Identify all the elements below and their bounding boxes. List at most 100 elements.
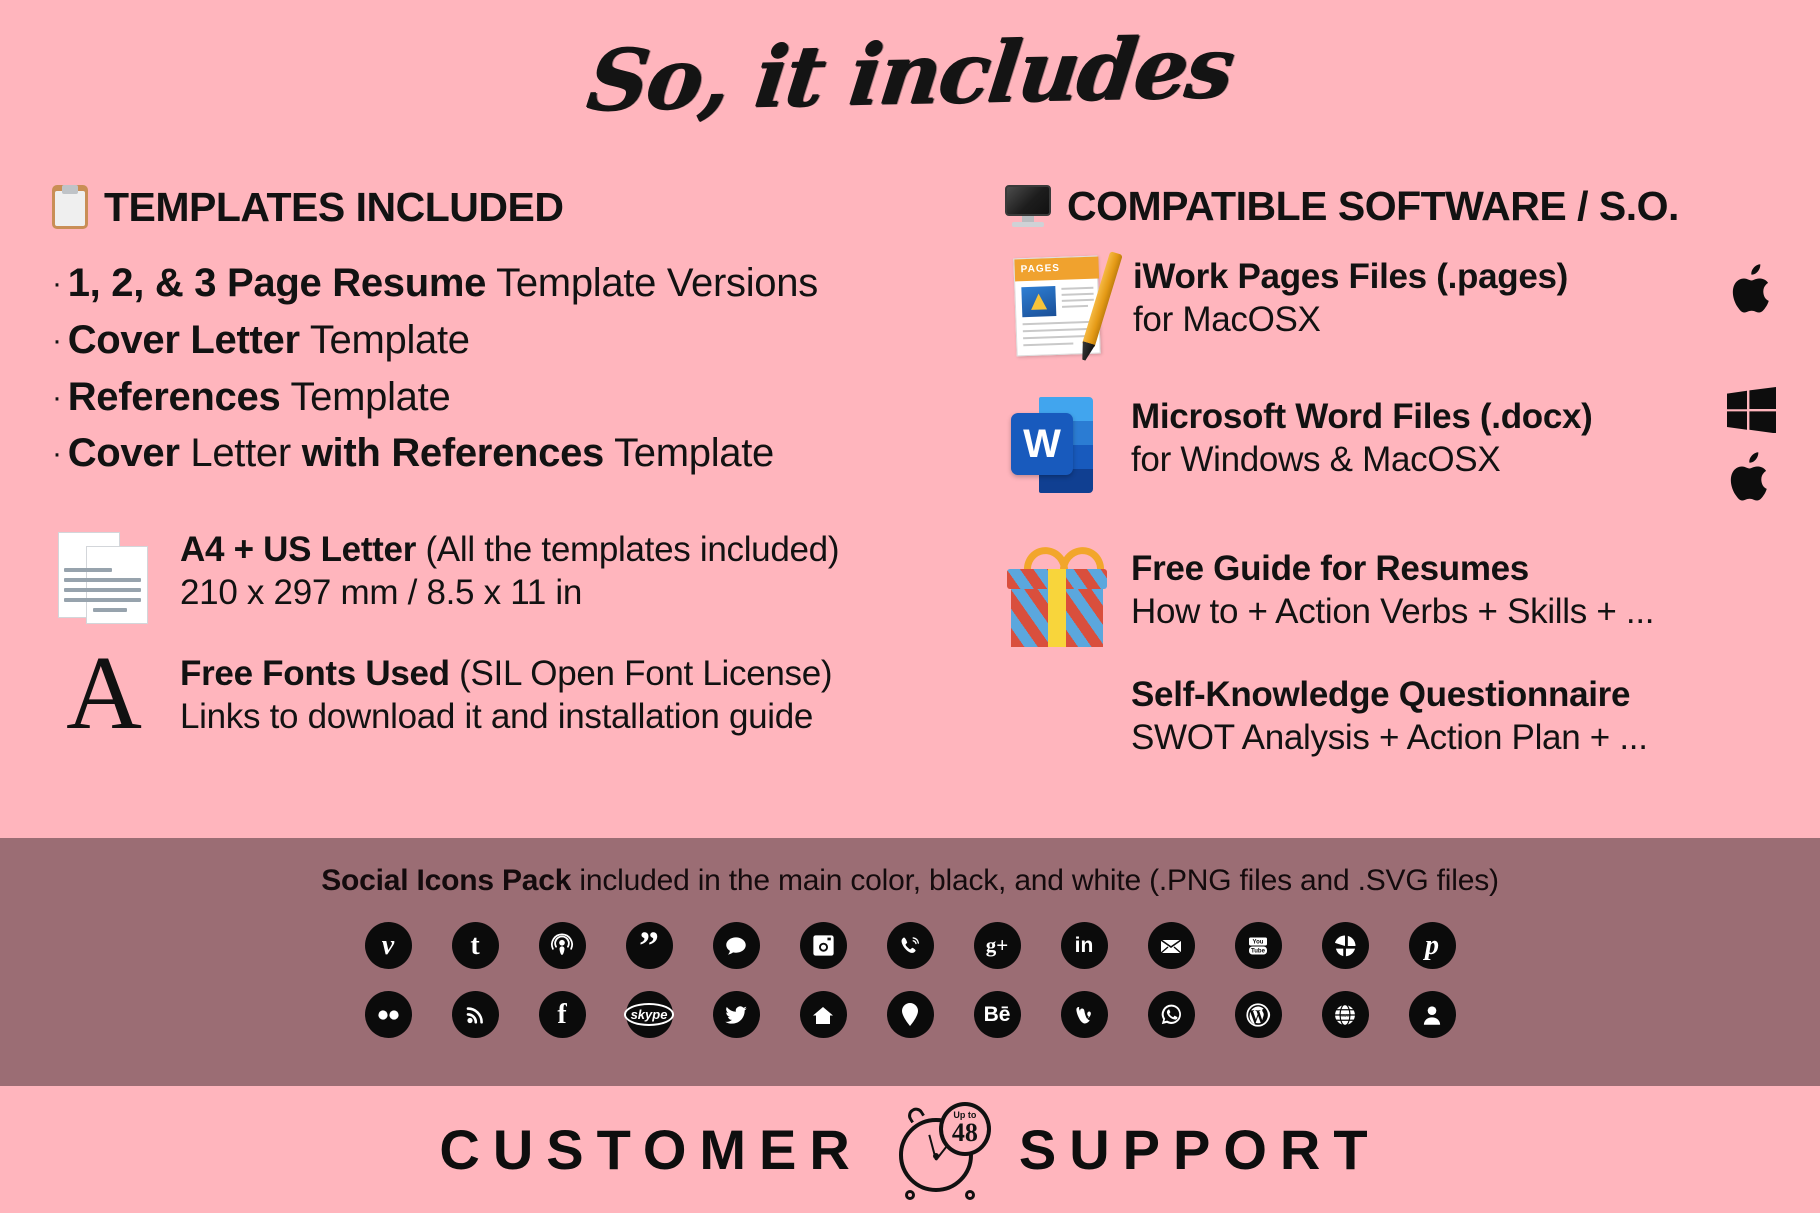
vine-icon[interactable] [1060, 991, 1108, 1038]
home-icon[interactable] [799, 991, 847, 1038]
www-globe-icon[interactable]: www [1321, 991, 1369, 1038]
list-item-light: Template [280, 374, 451, 419]
feature-free-fonts: A Free Fonts Used (SIL Open Font License… [52, 640, 982, 744]
pages-icon-label: PAGES [1020, 262, 1061, 276]
social-icons-band: Social Icons Pack included in the main c… [0, 838, 1820, 1086]
skype-icon[interactable]: skype [623, 991, 675, 1038]
page-title: So, it includes [582, 17, 1238, 130]
instagram-icon[interactable] [799, 922, 847, 969]
bullet-dot: · [52, 323, 62, 357]
behance-icon[interactable]: Bē [973, 991, 1021, 1038]
social-band-title-bold: Social Icons Pack [321, 864, 572, 897]
social-band-title: Social Icons Pack included in the main c… [0, 864, 1820, 898]
facebook-icon[interactable]: f [538, 991, 586, 1038]
compatible-software-heading-label: COMPATIBLE SOFTWARE / S.O. [1067, 182, 1679, 229]
list-item-light: Letter [179, 431, 302, 476]
flickr-icon[interactable] [364, 991, 412, 1038]
clipboard-icon [52, 185, 88, 229]
software-subtitle: How to + Action Verbs + Skills + ... [1131, 591, 1655, 631]
social-band-title-light: included in the main color, black, and w… [571, 864, 1499, 897]
pinterest-icon[interactable]: p [1408, 922, 1456, 969]
feature-title-row: A4 + US Letter (All the templates includ… [180, 530, 840, 570]
feature-a4-us-letter: A4 A4 + US Letter (All the templates inc… [52, 528, 982, 625]
software-row-free-guide: Free Guide for Resumes How to + Action V… [1005, 541, 1780, 649]
picasa-icon[interactable] [1321, 922, 1369, 969]
list-item-light: Template [299, 317, 470, 362]
linkedin-icon[interactable]: in [1060, 922, 1108, 969]
vimeo-icon[interactable]: v [364, 922, 412, 969]
location-pin-icon[interactable] [886, 991, 934, 1038]
os-logos-pages [1728, 259, 1780, 321]
whatsapp-icon[interactable] [1147, 991, 1195, 1038]
software-title: Self-Knowledge Questionnaire [1131, 675, 1631, 714]
list-item: · References Template [52, 369, 982, 426]
compatible-software-heading: COMPATIBLE SOFTWARE / S.O. [1005, 185, 1780, 227]
gift-icon [1005, 541, 1111, 649]
templates-included-heading-label: TEMPLATES INCLUDED [104, 183, 564, 230]
list-item-bold: Cover [67, 431, 180, 476]
clock-badge-number: 48 [951, 1117, 978, 1147]
list-item: · Cover Letter Template [52, 312, 982, 369]
feature-title-light: (All the templates included) [416, 530, 840, 570]
feature-title: Free Fonts Used [180, 654, 450, 694]
list-item-bold-2: with References [301, 431, 605, 476]
software-row-pages: PAGES iWork Pages Files (.pages) for Mac… [1005, 251, 1780, 357]
svg-text:You: You [1253, 939, 1264, 945]
serif-a-icon: A [66, 634, 142, 752]
list-item: · 1, 2, & 3 Page Resume Template Versions [52, 255, 982, 312]
left-column: TEMPLATES INCLUDED · 1, 2, & 3 Page Resum… [52, 185, 982, 745]
list-item-light: Template Versions [486, 261, 818, 305]
podcast-icon[interactable] [538, 922, 586, 969]
youtube-icon[interactable]: You Tube [1234, 922, 1282, 969]
list-item-light-2: Template [604, 431, 774, 476]
bullet-dot: · [52, 437, 62, 471]
monitor-icon [1005, 185, 1051, 227]
user-icon[interactable] [1408, 991, 1456, 1038]
software-row-word: W Microsoft Word Files (.docx) for Windo… [1005, 387, 1780, 501]
word-icon-letter: W [1023, 422, 1061, 466]
software-title: Free Guide for Resumes [1131, 549, 1529, 588]
software-row-questionnaire: Self-Knowledge Questionnaire SWOT Analys… [1005, 671, 1780, 759]
apple-logo-icon [1726, 447, 1778, 509]
viber-phone-icon[interactable] [886, 922, 934, 969]
a4-pages-icon: A4 [52, 528, 156, 625]
twitter-icon[interactable] [712, 991, 760, 1038]
wordpress-icon[interactable] [1234, 991, 1282, 1038]
feature-subtitle: Links to download it and installation gu… [180, 696, 814, 736]
pages-app-icon: PAGES [1005, 251, 1123, 357]
bullet-dot: · [52, 380, 62, 414]
customer-support-footer: CUSTOMER Up to 48 SUPPORT [0, 1086, 1820, 1213]
quote-icon[interactable]: ” [625, 922, 673, 969]
templates-bullet-list: · 1, 2, & 3 Page Resume Template Versions… [52, 255, 982, 482]
chat-bubble-icon[interactable] [712, 922, 760, 969]
tumblr-icon[interactable]: t [451, 922, 499, 969]
software-title: Microsoft Word Files (.docx) [1131, 397, 1593, 436]
apple-logo-icon [1728, 259, 1780, 321]
list-item-bold: References [67, 374, 281, 419]
templates-included-heading: TEMPLATES INCLUDED [52, 185, 982, 229]
social-icon-row-2: f skype Bē www [0, 991, 1820, 1038]
google-plus-icon[interactable]: g+ [973, 922, 1021, 969]
poster-root: So, it includes TEMPLATES INCLUDED · 1, 2… [0, 0, 1820, 1213]
software-subtitle: for MacOSX [1133, 299, 1321, 339]
windows-logo-icon [1727, 387, 1777, 433]
rss-icon[interactable] [451, 991, 499, 1038]
software-title: iWork Pages Files (.pages) [1133, 257, 1569, 296]
list-item-bold: Cover Letter [67, 317, 300, 362]
title-container: So, it includes [0, 17, 1820, 129]
social-icon-row-1: v t ” g+ in You Tube p [0, 922, 1820, 969]
os-logos-word [1726, 387, 1778, 509]
list-item-bold: 1, 2, & 3 Page Resume [67, 261, 487, 305]
feature-title-light: (SIL Open Font License) [449, 654, 833, 694]
alarm-clock-icon: Up to 48 [893, 1101, 991, 1200]
right-column: COMPATIBLE SOFTWARE / S.O. PAGES iWork P… [1005, 185, 1780, 759]
list-item: · Cover Letter with References Template [52, 425, 982, 482]
feature-title: A4 + US Letter [180, 530, 417, 570]
feature-subtitle: 210 x 297 mm / 8.5 x 11 in [180, 572, 583, 612]
svg-text:Tube: Tube [1251, 948, 1266, 954]
footer-word-support: SUPPORT [1018, 1118, 1381, 1181]
email-icon[interactable] [1147, 922, 1195, 969]
software-subtitle: SWOT Analysis + Action Plan + ... [1131, 717, 1648, 757]
software-subtitle: for Windows & MacOSX [1131, 439, 1501, 479]
word-app-icon: W [1005, 393, 1109, 497]
